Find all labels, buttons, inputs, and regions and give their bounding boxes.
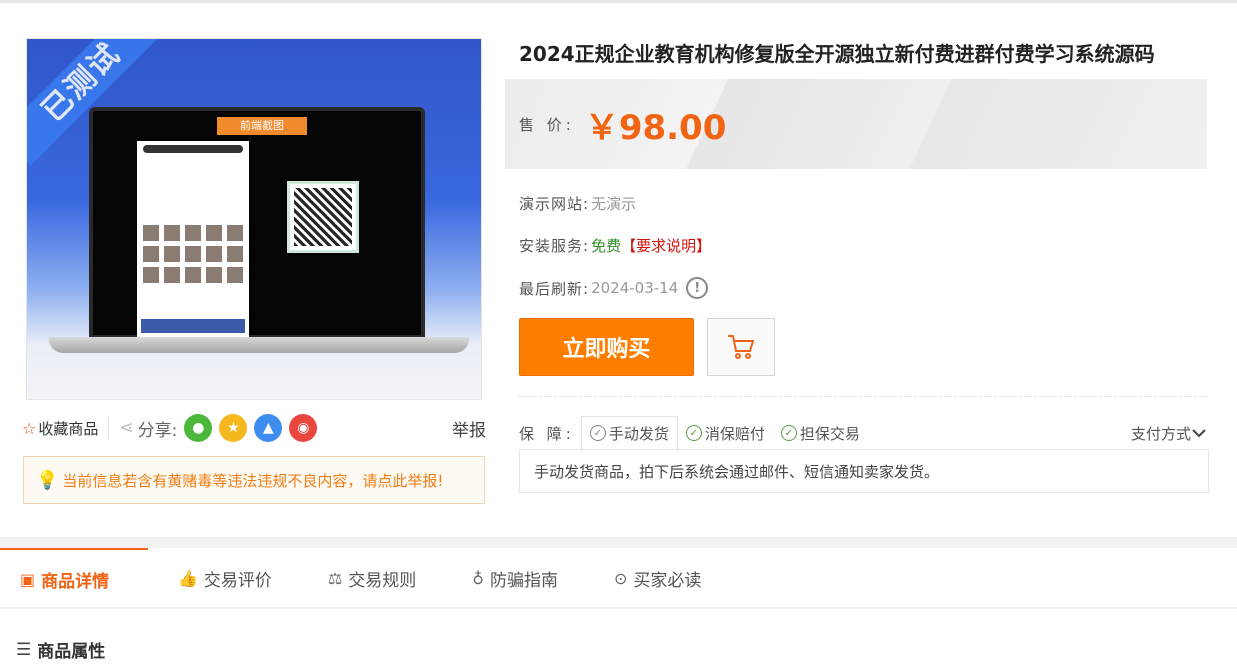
report-notice[interactable]: 💡 当前信息若含有黄赌毒等违法违规不良内容，请点此举报! [23,456,485,504]
divider-dashed [519,396,1207,397]
chevron-down-icon [1192,429,1206,438]
favorite-label: 收藏商品 [38,419,99,438]
share-group: ⋖ 分享: ● ★ ▲ ◉ [119,414,318,442]
target-icon: ⊙ [613,568,628,588]
wechat-icon[interactable]: ● [184,414,213,442]
tab-rules[interactable]: ⚖ 交易规则 [308,548,436,608]
install-label: 安装服务: [519,237,590,255]
list-search-icon: ☰ [16,639,32,660]
guarantee-tab-manual[interactable]: ✓ 手动发货 [580,415,678,451]
cart-icon [728,335,755,359]
install-requirements-link[interactable]: 【要求说明】 [621,235,711,256]
price-box: 售 价: ￥98.00 [505,79,1207,169]
tab-reviews[interactable]: 👍 交易评价 [158,548,292,608]
check-icon: ✓ [780,425,797,441]
favorite-button[interactable]: ☆ 收藏商品 [22,418,98,439]
lightbulb-icon: 💡 [36,469,59,491]
demo-label: 演示网站: [519,195,590,213]
tab-details[interactable]: ▣ 商品详情 [0,548,148,608]
install-value: 免费 [591,237,622,255]
guarantee-bar: 保 障: ✓ 手动发货 ✓ 消保赔付 ✓ 担保交易 支付方式 [519,415,1207,451]
product-title: 2024正规企业教育机构修复版全开源独立新付费进群付费学习系统源码 [519,42,1155,66]
alert-icon: ♁ [472,568,484,588]
guarantee-description: 手动发货商品，拍下后系统会通过邮件、短信通知卖家发货。 [519,449,1209,493]
qr-code [287,181,359,253]
screen-tag: 前端截图 [217,117,307,135]
phone-mockup [137,141,249,337]
detail-tabs: ▣ 商品详情 👍 交易评价 ⚖ 交易规则 ♁ 防骗指南 ⊙ 买家必读 [0,548,1237,608]
guarantee-label: 保 障: [519,424,575,443]
refresh-value: 2024-03-14 [591,279,679,297]
payment-method-dropdown[interactable]: 支付方式 [1131,423,1207,444]
report-link[interactable]: 举报 [452,416,486,441]
demo-value: 无演示 [591,195,637,213]
divider [108,416,110,440]
share-icon: ⋖ [119,418,134,438]
qq-icon[interactable]: ▲ [254,414,283,442]
tab-buyer-guide[interactable]: ⊙ 买家必读 [594,548,721,608]
weibo-icon[interactable]: ◉ [289,414,318,442]
scale-icon: ⚖ [327,568,343,588]
laptop-screen: 前端截图 [89,107,425,339]
price-label: 售 价: [519,115,575,134]
add-to-cart-button[interactable] [707,318,775,376]
image-icon: ▣ [20,569,36,589]
check-icon: ✓ [685,425,702,441]
section-title: ☰ 商品属性 [16,639,106,663]
buy-now-button[interactable]: 立即购买 [519,318,694,376]
star-icon: ☆ [22,418,37,438]
share-label: 分享: [137,420,178,441]
tab-anti-fraud[interactable]: ♁ 防骗指南 [452,548,578,608]
notice-text: 当前信息若含有黄赌毒等违法违规不良内容，请点此举报! [62,471,444,490]
refresh-row: 最后刷新: 2024-03-14 ! [519,277,709,299]
product-actions: ☆ 收藏商品 ⋖ 分享: ● ★ ▲ ◉ 举报 [22,410,486,446]
price-value: ￥98.00 [584,107,727,148]
refresh-label: 最后刷新: [519,279,590,298]
install-row: 安装服务: 免费 【要求说明】 [519,235,711,256]
guarantee-tab-escrow[interactable]: ✓ 担保交易 [773,416,868,450]
product-image[interactable]: 已测试 前端截图 [26,38,482,400]
thumbs-up-icon: 👍 [178,568,198,588]
attributes-section: ☰ 商品属性 [0,609,1237,672]
laptop-base [49,337,469,353]
guarantee-tab-compensation[interactable]: ✓ 消保赔付 [678,416,773,450]
check-icon: ✓ [589,425,606,441]
demo-row: 演示网站: 无演示 [519,193,636,214]
qzone-icon[interactable]: ★ [219,414,248,442]
info-icon[interactable]: ! [686,277,709,299]
